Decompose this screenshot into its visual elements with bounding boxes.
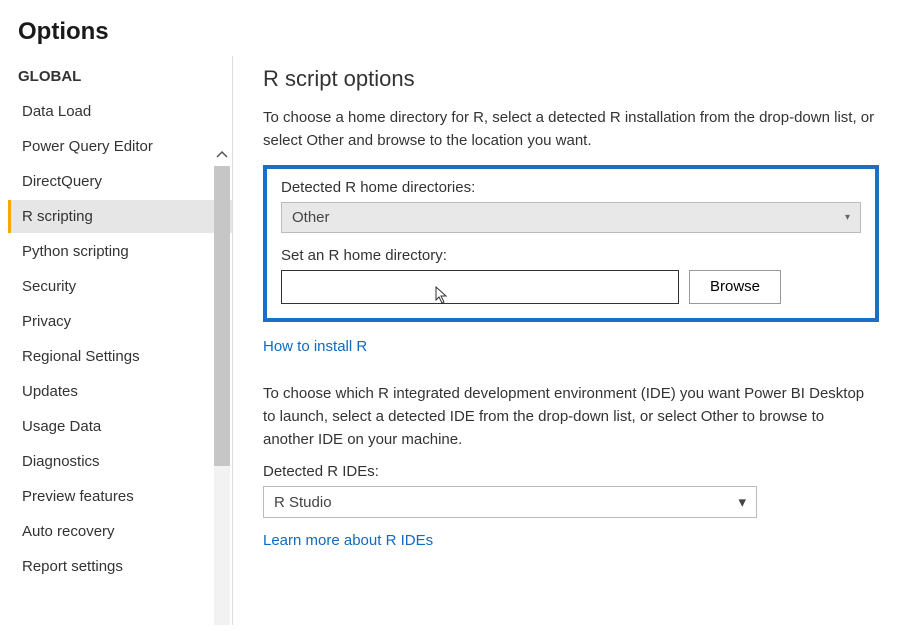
- browse-button[interactable]: Browse: [689, 270, 781, 304]
- chevron-down-icon: ▾: [845, 212, 850, 223]
- set-home-label: Set an R home directory:: [281, 247, 861, 264]
- sidebar-item-label: Python scripting: [22, 243, 129, 260]
- detected-home-label: Detected R home directories:: [281, 179, 861, 196]
- sidebar-item-r-scripting[interactable]: R scripting: [8, 200, 232, 233]
- detected-ide-dropdown[interactable]: R Studio ▾: [263, 486, 757, 518]
- sidebar-item-usage-data[interactable]: Usage Data: [8, 410, 232, 443]
- sidebar-item-updates[interactable]: Updates: [8, 375, 232, 408]
- content: R script options To choose a home direct…: [241, 56, 901, 625]
- ide-intro-text: To choose which R integrated development…: [263, 382, 879, 452]
- intro-text: To choose a home directory for R, select…: [263, 106, 879, 153]
- sidebar-item-power-query-editor[interactable]: Power Query Editor: [8, 130, 232, 163]
- sidebar-item-label: Report settings: [22, 558, 123, 575]
- divider: [232, 56, 233, 625]
- page-title: Options: [18, 18, 883, 46]
- sidebar-item-python-scripting[interactable]: Python scripting: [8, 235, 232, 268]
- sidebar-item-security[interactable]: Security: [8, 270, 232, 303]
- highlight-box: Detected R home directories: Other ▾ Set…: [263, 165, 879, 322]
- sidebar-item-label: R scripting: [22, 208, 93, 225]
- learn-ide-link[interactable]: Learn more about R IDEs: [263, 532, 433, 549]
- sidebar-item-regional-settings[interactable]: Regional Settings: [8, 340, 232, 373]
- detected-ide-label: Detected R IDEs:: [263, 463, 879, 480]
- sidebar-item-label: Preview features: [22, 488, 134, 505]
- chevron-down-icon: ▾: [738, 493, 746, 511]
- sidebar-item-label: Diagnostics: [22, 453, 100, 470]
- sidebar: GLOBAL Data Load Power Query Editor Dire…: [0, 56, 232, 625]
- sidebar-item-label: Power Query Editor: [22, 138, 153, 155]
- dropdown-value: R Studio: [274, 494, 332, 511]
- sidebar-item-preview-features[interactable]: Preview features: [8, 480, 232, 513]
- sidebar-item-label: Usage Data: [22, 418, 101, 435]
- sidebar-item-label: Security: [22, 278, 76, 295]
- sidebar-item-label: Regional Settings: [22, 348, 140, 365]
- scroll-thumb[interactable]: [214, 166, 230, 466]
- install-r-link[interactable]: How to install R: [263, 338, 367, 355]
- sidebar-item-directquery[interactable]: DirectQuery: [8, 165, 232, 198]
- sidebar-item-privacy[interactable]: Privacy: [8, 305, 232, 338]
- sidebar-item-data-load[interactable]: Data Load: [8, 95, 232, 128]
- sidebar-item-label: Data Load: [22, 103, 91, 120]
- sidebar-group-global: GLOBAL: [8, 56, 232, 95]
- scrollbar[interactable]: [214, 144, 230, 625]
- sidebar-item-label: Updates: [22, 383, 78, 400]
- scroll-up-icon[interactable]: [214, 144, 230, 164]
- sidebar-item-report-settings[interactable]: Report settings: [8, 550, 232, 583]
- sidebar-item-diagnostics[interactable]: Diagnostics: [8, 445, 232, 478]
- sidebar-item-label: DirectQuery: [22, 173, 102, 190]
- sidebar-item-label: Auto recovery: [22, 523, 115, 540]
- dropdown-value: Other: [292, 209, 330, 226]
- header: Options: [0, 0, 901, 56]
- detected-home-dropdown[interactable]: Other ▾: [281, 202, 861, 233]
- section-heading: R script options: [263, 66, 879, 92]
- sidebar-item-label: Privacy: [22, 313, 71, 330]
- sidebar-item-auto-recovery[interactable]: Auto recovery: [8, 515, 232, 548]
- home-directory-input[interactable]: [281, 270, 679, 304]
